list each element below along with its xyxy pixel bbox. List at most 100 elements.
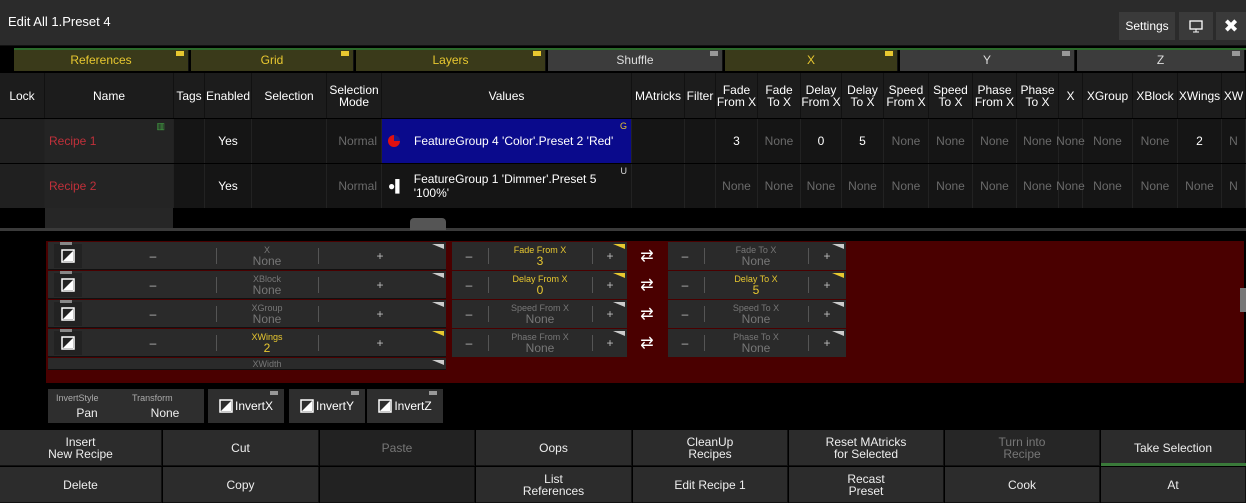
tab-3[interactable]: Shuffle xyxy=(548,49,723,71)
cmd-button-row1-1[interactable]: Cut xyxy=(163,430,319,466)
splitter[interactable] xyxy=(0,228,1246,231)
decrease-button[interactable]: – xyxy=(88,329,218,357)
to-value[interactable]: Fade To X None xyxy=(706,242,806,270)
display-button[interactable] xyxy=(1179,12,1213,40)
header-21[interactable]: XW xyxy=(1222,73,1246,118)
cell-11[interactable]: 0 xyxy=(801,119,842,163)
header-15[interactable]: Phase From X xyxy=(973,73,1017,118)
fader-value[interactable]: X None xyxy=(216,242,318,270)
cmd-button-row2-6[interactable]: Cook xyxy=(945,467,1100,503)
cmd-button-row1-6[interactable]: Turn into Recipe xyxy=(945,430,1100,466)
invert-z-button[interactable]: InvertZ xyxy=(367,389,443,423)
cell-12[interactable]: None xyxy=(842,164,884,208)
settings-button[interactable]: Settings xyxy=(1119,12,1175,40)
increase-button[interactable]: + xyxy=(320,329,440,357)
tab-0[interactable]: References xyxy=(14,49,189,71)
decrease-button[interactable]: – xyxy=(668,300,702,328)
header-19[interactable]: XBlock xyxy=(1133,73,1178,118)
from-value[interactable]: Delay From X0 xyxy=(490,271,590,299)
cell-16[interactable]: None xyxy=(1017,164,1059,208)
cell-13[interactable]: None xyxy=(884,164,929,208)
header-9[interactable]: Fade From X xyxy=(716,73,758,118)
header-7[interactable]: MAtricks xyxy=(632,73,685,118)
cell-15[interactable]: None xyxy=(973,164,1017,208)
cell-0[interactable] xyxy=(0,164,45,208)
from-value[interactable]: Speed From X None xyxy=(490,300,590,328)
cmd-button-row1-3[interactable]: Oops xyxy=(476,430,632,466)
decrease-button[interactable]: – xyxy=(452,329,486,357)
cell-10[interactable]: None xyxy=(758,119,801,163)
cell-20[interactable]: None xyxy=(1178,164,1222,208)
tab-4[interactable]: X xyxy=(725,49,898,71)
header-0[interactable]: Lock xyxy=(0,73,45,118)
cell-21[interactable]: N xyxy=(1222,119,1246,163)
header-4[interactable]: Selection xyxy=(252,73,327,118)
fader-value[interactable]: XBlock None xyxy=(216,271,318,299)
fader-toggle[interactable] xyxy=(54,331,82,355)
cell-2[interactable] xyxy=(174,164,205,208)
swap-icon[interactable]: ⇄ xyxy=(627,242,667,270)
swap-icon[interactable]: ⇄ xyxy=(627,329,667,357)
cell-0[interactable] xyxy=(0,119,45,163)
cell-15[interactable]: None xyxy=(973,119,1017,163)
decrease-button[interactable]: – xyxy=(452,300,486,328)
cmd-button-row2-7[interactable]: At xyxy=(1101,467,1246,503)
decrease-button[interactable]: – xyxy=(88,242,218,270)
from-value[interactable]: Fade From X3 xyxy=(490,242,590,270)
cmd-button-row1-5[interactable]: Reset MAtricks for Selected xyxy=(789,430,944,466)
cmd-button-row2-5[interactable]: Recast Preset xyxy=(789,467,944,503)
table-row[interactable]: Recipe 1 ▥ Yes Normal G FeatureGroup 4 'Color… xyxy=(0,119,1246,163)
cell-14[interactable]: None xyxy=(929,119,973,163)
cell-8[interactable] xyxy=(685,119,716,163)
tab-6[interactable]: Z xyxy=(1077,49,1245,71)
cell-19[interactable]: None xyxy=(1133,119,1178,163)
cell-21[interactable]: N xyxy=(1222,164,1246,208)
cell-5[interactable]: Normal xyxy=(327,164,382,208)
cell-18[interactable]: None xyxy=(1083,164,1133,208)
cell-17[interactable]: None xyxy=(1056,119,1085,163)
cell-1[interactable]: Recipe 1 ▥ xyxy=(45,119,174,163)
header-16[interactable]: Phase To X xyxy=(1017,73,1059,118)
header-20[interactable]: XWings xyxy=(1178,73,1222,118)
header-3[interactable]: Enabled xyxy=(205,73,252,118)
fader-value[interactable]: XGroup None xyxy=(216,300,318,328)
invert-style-select[interactable]: InvertStyle Pan xyxy=(52,391,122,421)
header-12[interactable]: Delay To X xyxy=(842,73,884,118)
cell-14[interactable]: None xyxy=(929,164,973,208)
cell-6[interactable]: G FeatureGroup 4 'Color'.Preset 2 'Red' xyxy=(382,119,632,163)
cell-7[interactable] xyxy=(632,119,685,163)
cell-9[interactable]: 3 xyxy=(716,119,758,163)
cell-5[interactable]: Normal xyxy=(327,119,382,163)
cell-17[interactable]: None xyxy=(1056,164,1085,208)
cell-9[interactable]: None xyxy=(716,164,758,208)
to-value[interactable]: Phase To X None xyxy=(706,329,806,357)
header-1[interactable]: Name xyxy=(45,73,174,118)
header-14[interactable]: Speed To X xyxy=(929,73,973,118)
cell-20[interactable]: 2 xyxy=(1178,119,1222,163)
header-18[interactable]: XGroup xyxy=(1083,73,1133,118)
increase-button[interactable]: + xyxy=(320,242,440,270)
fader-toggle[interactable] xyxy=(54,273,82,297)
from-value[interactable]: Phase From X None xyxy=(490,329,590,357)
cell-18[interactable]: None xyxy=(1083,119,1133,163)
header-10[interactable]: Fade To X xyxy=(758,73,801,118)
increase-button[interactable]: + xyxy=(320,300,440,328)
cell-4[interactable] xyxy=(252,164,327,208)
close-icon[interactable]: ✖ xyxy=(1216,12,1246,40)
increase-button[interactable]: + xyxy=(320,271,440,299)
tab-5[interactable]: Y xyxy=(900,49,1075,71)
swap-icon[interactable]: ⇄ xyxy=(627,300,667,328)
cell-12[interactable]: 5 xyxy=(842,119,884,163)
scroll-handle[interactable] xyxy=(1240,288,1246,312)
invert-x-button[interactable]: InvertX xyxy=(208,389,284,423)
cell-3[interactable]: Yes xyxy=(205,164,252,208)
fader-value[interactable]: XWings 2 xyxy=(216,329,318,357)
decrease-button[interactable]: – xyxy=(452,242,486,270)
header-13[interactable]: Speed From X xyxy=(884,73,929,118)
tab-1[interactable]: Grid xyxy=(191,49,354,71)
cell-3[interactable]: Yes xyxy=(205,119,252,163)
tab-2[interactable]: Layers xyxy=(356,49,546,71)
fader-value[interactable]: XWidth xyxy=(216,358,318,370)
cmd-button-row2-2[interactable] xyxy=(320,467,475,503)
splitter-handle[interactable] xyxy=(410,218,446,230)
